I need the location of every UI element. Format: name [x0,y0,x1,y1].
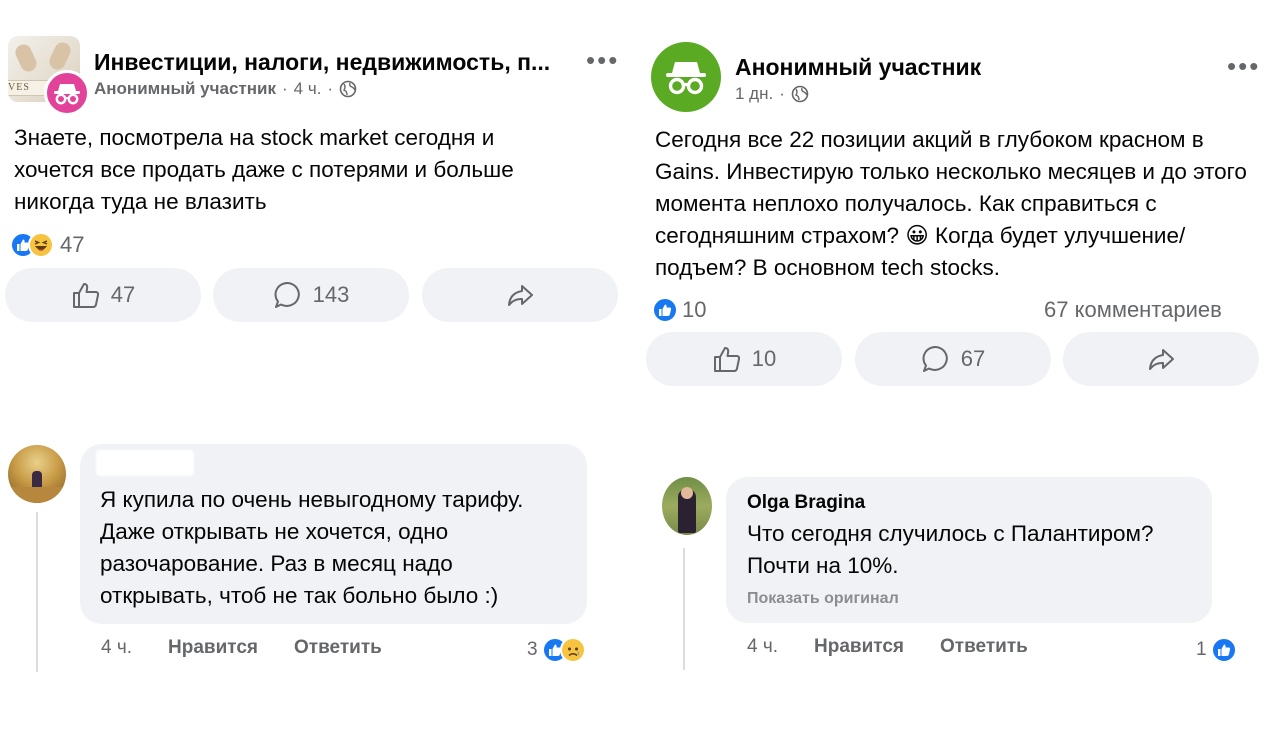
like-count: 47 [110,282,136,307]
like-reaction-icon [1210,637,1237,663]
post-body: Знаете, посмотрела на stock market сегод… [14,125,514,214]
comment-count: 143 [312,282,350,307]
share-button[interactable] [1063,332,1259,386]
haha-reaction-icon [28,232,54,258]
comment-button[interactable]: 143 [213,268,409,322]
incognito-icon [54,84,80,105]
comment-like-button[interactable]: Нравится [814,636,904,658]
more-options-button[interactable]: ••• [1227,53,1260,79]
author-name[interactable]: Анонимный участник [94,79,276,99]
meta-separator: · [779,84,785,103]
show-original-link[interactable]: Показать оригинал [747,590,899,608]
reaction-summary[interactable]: 10 [652,297,706,323]
comment-bubble-icon [922,345,948,372]
hand-decoration [12,41,40,75]
comment-reaction-count: 1 [1196,639,1207,660]
post-meta: Анонимный участник · 4 ч. · [94,79,357,99]
post-time[interactable]: 4 ч. [294,79,322,99]
comment-bubble: Olga Bragina Что сегодня случилось с Пал… [726,477,1212,623]
share-button[interactable] [422,268,618,322]
more-options-button[interactable]: ••• [586,47,619,73]
post-meta: 1 дн. · [735,84,809,104]
reaction-summary[interactable]: 47 [10,232,84,258]
comment-count: 67 [960,346,986,371]
share-icon [508,285,533,306]
hidden-author-name [96,450,194,476]
post-time[interactable]: 1 дн. [735,84,773,104]
comment-bubble: Я купила по очень невыгодному тарифу. Да… [80,444,587,624]
comment-button[interactable]: 67 [855,332,1051,386]
comment-reaction-summary[interactable]: 1 [1196,637,1237,663]
hand-decoration [46,39,74,73]
commenter-avatar[interactable] [8,445,66,503]
anonymous-avatar[interactable] [44,70,90,116]
comment-reaction-count: 3 [527,639,538,660]
share-icon [1149,349,1174,370]
sad-reaction-icon [559,637,586,663]
comment-bubble-icon [274,281,300,308]
globe-icon [339,80,357,98]
comment-actions: 4 ч. Нравится Ответить [747,636,1028,658]
comment-like-button[interactable]: Нравится [168,637,258,659]
reaction-count: 47 [60,232,85,257]
comment-reply-button[interactable]: Ответить [940,636,1028,658]
thumbs-up-icon [713,347,740,372]
thread-line [683,548,685,670]
thread-line [36,512,38,672]
like-button[interactable]: 10 [646,332,842,386]
like-count: 10 [751,346,777,371]
comment-time[interactable]: 4 ч. [101,637,132,659]
comments-summary-link[interactable]: 67 комментариев [1044,297,1222,323]
like-reaction-icon [652,297,678,323]
comment-reaction-summary[interactable]: 3 [527,637,586,663]
comment-text: Что сегодня случилось с Палантиром? Почт… [747,521,1154,578]
post-body: Сегодня все 22 позиции акций в глубоком … [655,127,1247,280]
group-name[interactable]: Инвестиции, налоги, недвижимость, п... [94,49,550,76]
comment-reply-button[interactable]: Ответить [294,637,382,659]
reaction-count: 10 [682,297,707,322]
thumbs-up-icon [72,283,99,308]
meta-separator: · [281,79,288,98]
comment-text: Я купила по очень невыгодному тарифу. Да… [100,487,524,608]
comment-author[interactable]: Olga Bragina [747,492,865,514]
comment-actions: 4 ч. Нравится Ответить [101,637,382,659]
author-name[interactable]: Анонимный участник [735,54,981,81]
incognito-icon [666,62,706,95]
like-button[interactable]: 47 [5,268,201,322]
anonymous-avatar[interactable] [651,42,721,112]
avatar-face [681,487,693,499]
commenter-avatar[interactable] [662,477,712,535]
avatar-floor [8,487,66,503]
meta-separator: · [327,79,334,98]
globe-icon [791,85,809,103]
comment-time[interactable]: 4 ч. [747,636,778,658]
